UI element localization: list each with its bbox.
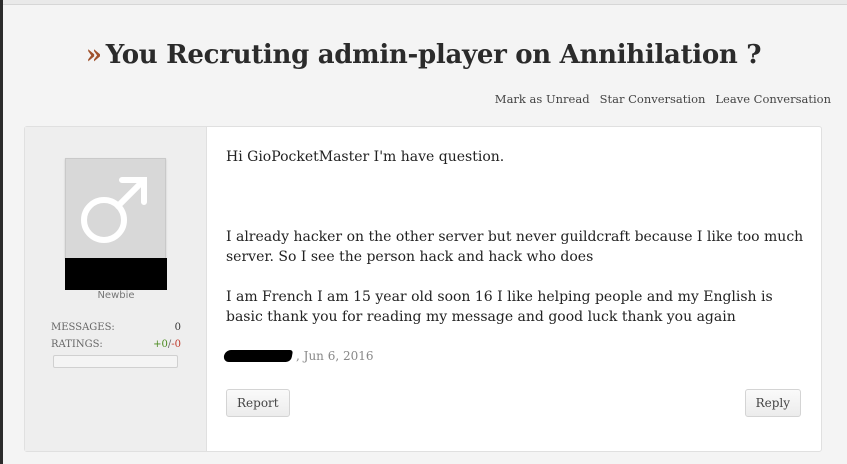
star-conversation-link[interactable]: Star Conversation <box>600 92 706 106</box>
ratings-negative: -0 <box>171 339 181 350</box>
message-content: Hi GioPocketMaster I'm have question. I … <box>226 147 806 347</box>
top-bar <box>0 0 847 5</box>
ratings-positive: +0 <box>153 339 168 350</box>
avatar[interactable] <box>65 158 166 259</box>
rating-bar <box>53 355 178 368</box>
messages-label: MESSAGES: <box>51 322 115 333</box>
mark-unread-link[interactable]: Mark as Unread <box>495 92 590 106</box>
username-redacted <box>65 258 167 290</box>
report-button[interactable]: Report <box>226 389 290 417</box>
male-symbol-icon <box>81 177 147 243</box>
conversation-actions: Mark as Unread Star Conversation Leave C… <box>495 92 831 106</box>
leave-conversation-link[interactable]: Leave Conversation <box>715 92 831 106</box>
ratings-label: RATINGS: <box>51 339 103 350</box>
title-text: You Recruting admin-player on Annihilati… <box>105 40 762 70</box>
page-title: » You Recruting admin-player on Annihilat… <box>0 40 847 70</box>
user-stats: MESSAGES: 0 RATINGS: +0/-0 <box>51 322 181 356</box>
user-title: Newbie <box>97 290 135 301</box>
message-paragraph-2: I already hacker on the other server but… <box>226 229 804 265</box>
ratings-value: +0/-0 <box>153 339 181 356</box>
message-meta: , Jun 6, 2016 <box>222 349 374 363</box>
message-paragraph-3: I am French I am 15 year old soon 16 I l… <box>226 289 773 325</box>
message: Newbie MESSAGES: 0 RATINGS: +0/-0 Hi Gio… <box>24 126 822 452</box>
messages-value: 0 <box>174 322 181 333</box>
message-user-info: Newbie MESSAGES: 0 RATINGS: +0/-0 <box>25 127 207 451</box>
message-date[interactable]: , Jun 6, 2016 <box>296 349 374 363</box>
messages-stat: MESSAGES: 0 <box>51 322 181 339</box>
author-redacted <box>222 350 294 362</box>
ratings-stat: RATINGS: +0/-0 <box>51 339 181 356</box>
title-prefix: » <box>85 40 102 70</box>
message-paragraph-1: Hi GioPocketMaster I'm have question. <box>226 149 505 165</box>
reply-button[interactable]: Reply <box>744 389 801 417</box>
